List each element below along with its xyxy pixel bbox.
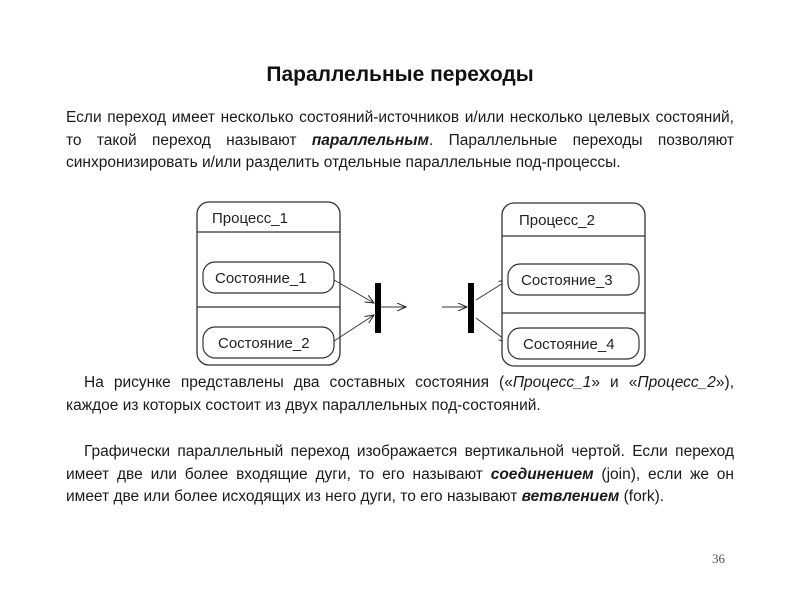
composite-state-process-1: Процесс_1 Состояние_1 Состояние_2: [196, 201, 341, 366]
term-join: соединением: [490, 465, 594, 483]
def-text-3: (fork).: [619, 488, 665, 505]
desc-text-2: » и «: [591, 374, 638, 391]
state-1-label: Состояние_1: [215, 270, 307, 287]
term-fork: ветвлением: [521, 488, 620, 505]
join-bar: [375, 283, 381, 333]
description-paragraph: На рисунке представлены два составных со…: [66, 372, 734, 417]
state-2-label: Состояние_2: [218, 335, 310, 352]
join-transition: [333, 279, 406, 342]
definition-paragraph: Графически параллельный переход изобража…: [66, 441, 734, 509]
page-number: 36: [712, 551, 725, 566]
ref-process-1: Процесс_1: [512, 374, 592, 391]
composite-state-process-2: Процесс_2 Состояние_3 Состояние_4: [501, 202, 646, 367]
process-2-name: Процесс_2: [519, 212, 595, 229]
state-3-label: Состояние_3: [521, 272, 613, 289]
ref-process-2: Процесс_2: [637, 374, 716, 391]
fork-transition: [442, 280, 508, 342]
desc-text-1: На рисунке представлены два составных со…: [84, 374, 513, 391]
fork-bar: [468, 283, 474, 333]
parallel-transitions-diagram: Процесс_1 Состояние_1 Состояние_2 Процес…: [196, 201, 646, 367]
state-4-label: Состояние_4: [523, 336, 615, 353]
process-1-name: Процесс_1: [212, 210, 288, 227]
